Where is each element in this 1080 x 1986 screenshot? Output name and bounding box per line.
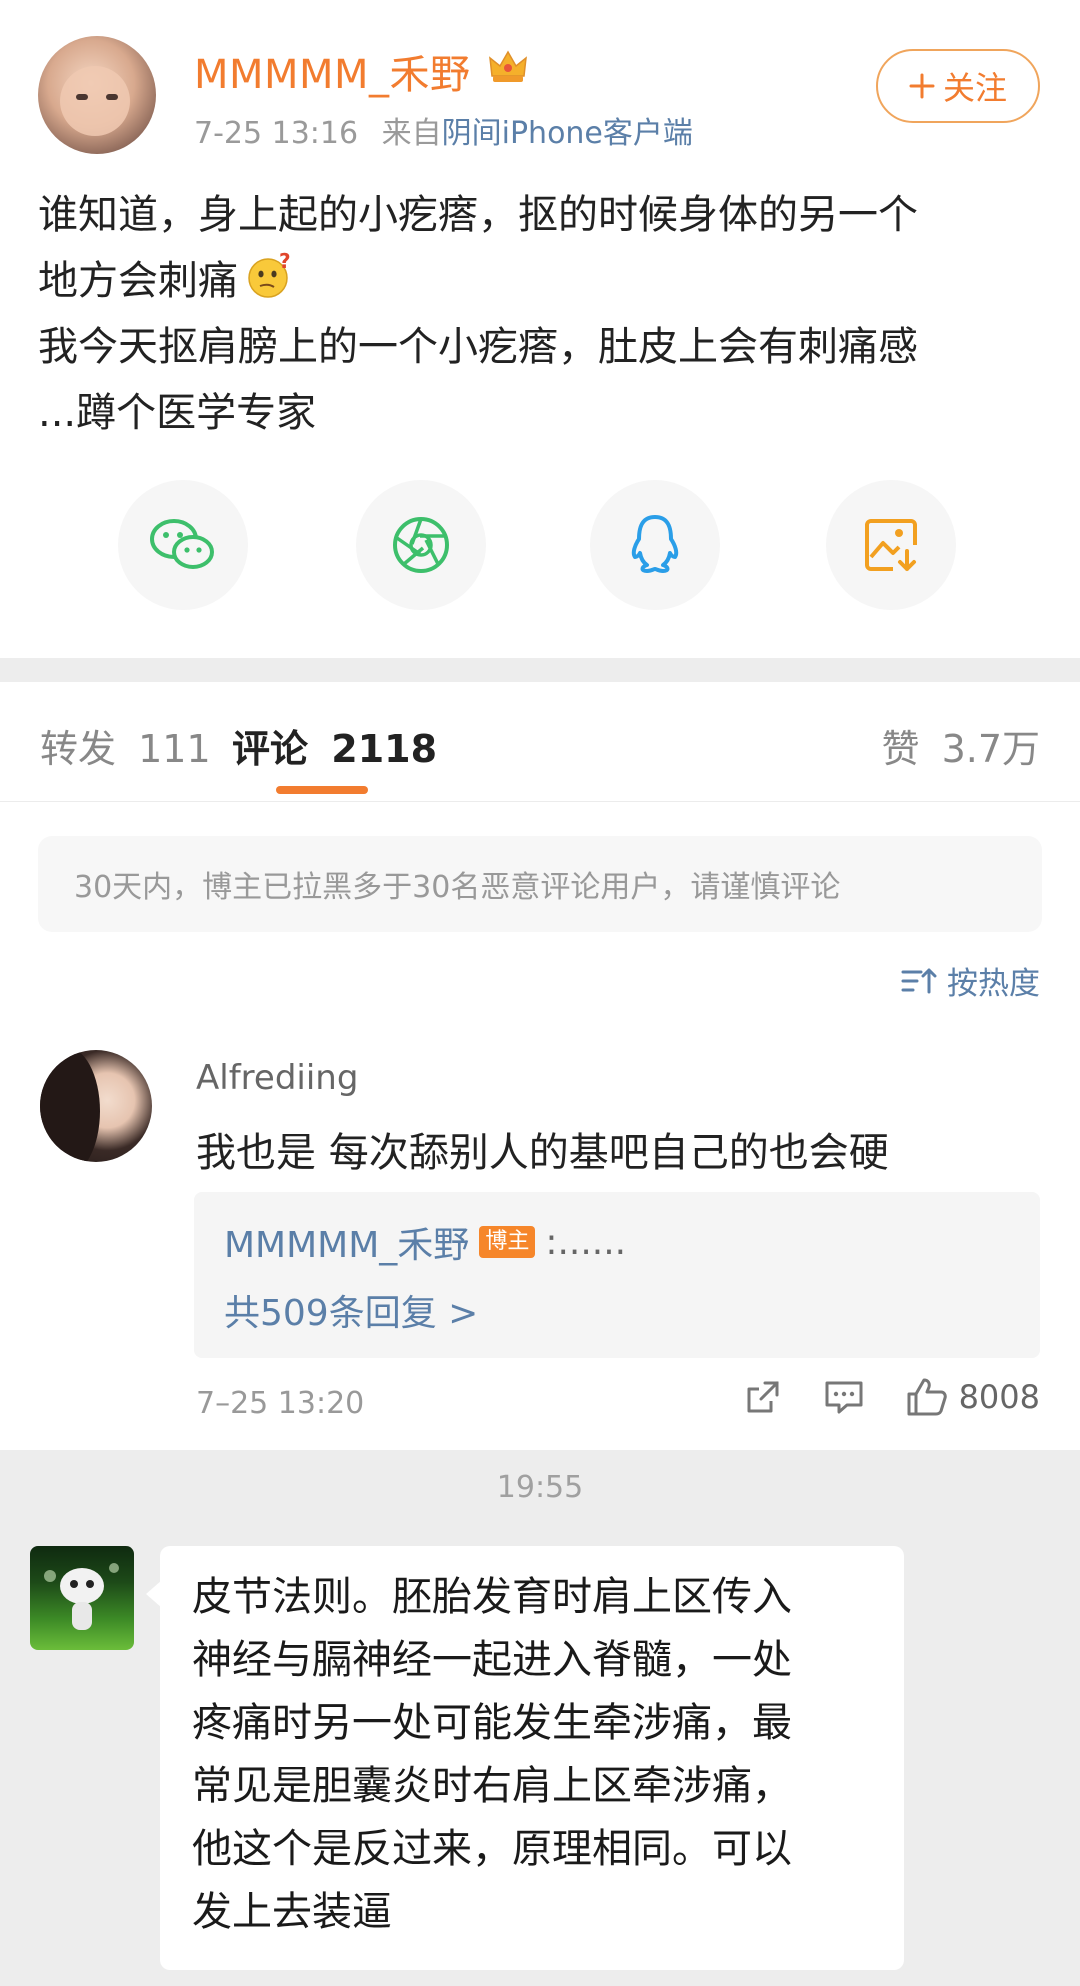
post-text-line: 我今天抠肩膀上的一个小疙瘩，肚皮上会有刺痛感: [38, 324, 918, 370]
comment-author[interactable]: Alfrediing: [196, 1058, 358, 1098]
tab-repost[interactable]: 转发 111: [40, 718, 211, 773]
chat-message-line: 他这个是反过来，原理相同。可以: [192, 1826, 792, 1872]
chat-message-line: 皮节法则。胚胎发育时肩上区传入: [192, 1574, 792, 1620]
commenter-avatar[interactable]: [40, 1050, 152, 1162]
svg-text:?: ?: [279, 252, 291, 273]
sort-by-hot-button[interactable]: 按热度: [901, 958, 1040, 1003]
active-tab-indicator: [276, 786, 368, 794]
chat-message-bubble[interactable]: 皮节法则。胚胎发育时肩上区传入 神经与膈神经一起进入脊髓，一处 疼痛时另一处可能…: [146, 1546, 904, 1970]
wechat-icon: [150, 519, 214, 569]
follow-label: 关注: [942, 69, 1007, 107]
chat-message-line: 神经与膈神经一起进入脊髓，一处: [192, 1637, 792, 1683]
thinking-emoji-icon: ?: [248, 252, 291, 298]
post-meta: 7-25 13:16 来自阴间iPhone客户端: [194, 108, 693, 152]
tab-comments-label: 评论: [232, 727, 309, 771]
chat-sender-avatar[interactable]: [30, 1546, 134, 1650]
save-image-button[interactable]: [826, 480, 956, 610]
sort-label: 按热度: [947, 966, 1040, 1002]
comment-reply-button[interactable]: [823, 1377, 865, 1417]
tab-likes-count: 3.7万: [941, 727, 1040, 771]
save-image-icon: [865, 519, 917, 571]
comment-time: 7–25 13:20: [196, 1386, 365, 1421]
comment-share-button[interactable]: [743, 1377, 783, 1417]
tab-repost-label: 转发: [40, 727, 117, 771]
thumbs-up-icon: [907, 1378, 947, 1416]
chat-message-line: 发上去装逼: [192, 1889, 392, 1935]
section-divider: [0, 658, 1080, 682]
poster-avatar[interactable]: [38, 36, 156, 154]
plus-icon: [909, 73, 935, 99]
blogger-badge: 博主: [479, 1226, 536, 1258]
chat-message-line: 常见是胆囊炎时右肩上区牵涉痛，: [192, 1763, 792, 1809]
source-prefix: 来自: [381, 116, 442, 151]
post-text-line: 地方会刺痛: [38, 258, 238, 304]
poster-username[interactable]: MMMMM_禾野: [194, 42, 471, 100]
post-text-line-with-emoji: 地方会刺痛 ?: [38, 248, 1048, 314]
reply-preview-line: MMMMM_禾野 博主 :......: [224, 1216, 626, 1268]
crown-badge-icon: [489, 50, 527, 82]
share-row: [0, 480, 1080, 610]
comment-text: 我也是 每次舔别人的基吧自己的也会硬: [196, 1130, 889, 1176]
comment-like-count: 8008: [958, 1378, 1040, 1416]
comment-like-button[interactable]: 8008: [905, 1376, 1040, 1418]
reply-preview[interactable]: MMMMM_禾野 博主 :...... 共509条回复 >: [194, 1192, 1040, 1358]
follow-button[interactable]: 关注: [876, 49, 1040, 123]
comment-icon: [825, 1381, 863, 1414]
post-time: 7-25 13:16: [194, 116, 359, 151]
share-moments-button[interactable]: [356, 480, 486, 610]
post-text-line: ...蹲个医学专家: [38, 390, 317, 436]
view-replies-link[interactable]: 共509条回复 >: [224, 1284, 478, 1336]
tab-likes[interactable]: 赞 3.7万: [881, 718, 1040, 773]
tab-likes-label: 赞: [881, 727, 920, 771]
post-text: 谁知道，身上起的小疙瘩，抠的时候身体的另一个 地方会刺痛 ? 我今天抠肩膀上的一…: [38, 182, 1048, 446]
post-text-line: 谁知道，身上起的小疙瘩，抠的时候身体的另一个: [38, 192, 918, 238]
tab-repost-count: 111: [138, 727, 211, 771]
tab-comments[interactable]: 评论 2118: [232, 718, 437, 773]
figurine-avatar-icon: [44, 1563, 119, 1630]
share-wechat-button[interactable]: [118, 480, 248, 610]
chat-message-line: 疼痛时另一处可能发生牵涉痛，最: [192, 1700, 792, 1746]
share-icon: [747, 1381, 779, 1413]
weibo-post: MMMMM_禾野 7-25 13:16 来自阴间iPhone客户端 关注 谁知道…: [0, 0, 1080, 658]
moments-icon: [393, 517, 449, 573]
chat-timestamp: 19:55: [496, 1470, 584, 1505]
share-qq-button[interactable]: [590, 480, 720, 610]
post-tabs: 转发 111 评论 2118 赞 3.7万: [0, 682, 1080, 802]
qq-icon: [631, 515, 679, 573]
chat-area: 19:55 皮节法则。胚胎发育时肩上区传入 神经与膈神经一起进入脊髓，一处 疼痛…: [0, 1450, 1080, 1986]
comment-item: Alfrediing 我也是 每次舔别人的基吧自己的也会硬 MMMMM_禾野 博…: [0, 1030, 1080, 1450]
tab-comments-count: 2118: [331, 727, 438, 771]
comment-notice: 30天内，博主已拉黑多于30名恶意评论用户，请谨慎评论: [38, 836, 1042, 932]
sort-icon: [901, 968, 937, 993]
comment-actions: 8008: [703, 1376, 1040, 1418]
reply-author[interactable]: MMMMM_禾野: [224, 1216, 469, 1268]
reply-text: :......: [545, 1221, 627, 1263]
post-source[interactable]: 阴间iPhone客户端: [442, 116, 693, 151]
